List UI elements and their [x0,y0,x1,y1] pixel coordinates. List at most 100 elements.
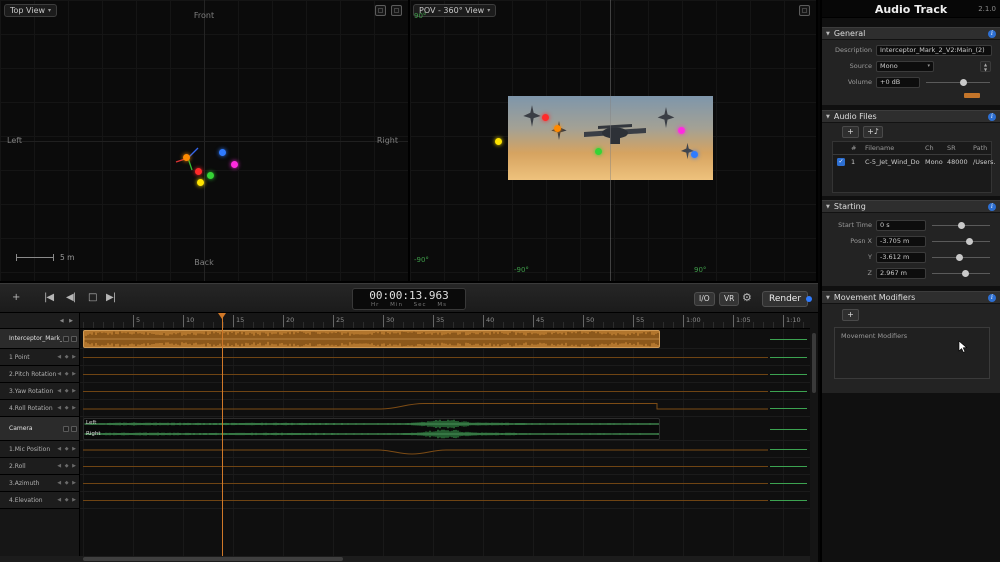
keyframe-nav-icons[interactable]: ◀ ◆ ▶ [57,354,77,360]
timeline-lane[interactable] [80,349,810,366]
automation-line[interactable] [83,391,768,392]
keyframe-nav-icons[interactable]: ◀ ◆ ▶ [57,463,77,469]
vr-button[interactable]: VR [719,292,739,306]
particle-orange[interactable] [183,154,190,161]
scrollbar-handle[interactable] [83,557,343,561]
start-time-field[interactable]: 0 s [876,220,926,231]
section-movement-header[interactable]: ▼ Movement Modifiers i [822,291,1000,304]
view-selector-dropdown[interactable]: Top View ▾ [4,4,57,17]
track-header-param[interactable]: 1.Mic Position◀ ◆ ▶ [0,441,79,458]
gear-icon[interactable]: ⚙ [742,291,752,304]
automation-line[interactable] [83,483,768,484]
step-back-button[interactable]: ◀| [66,292,75,303]
scrollbar-handle[interactable] [812,333,816,393]
particle-green[interactable] [207,172,214,179]
render-button[interactable]: Render [762,291,808,307]
timeline-lane[interactable] [80,475,810,492]
viewport-pov-360[interactable]: POV - 360° View ▾ 90°-90°-90°90° [410,0,818,283]
automation-line[interactable] [83,357,768,358]
track-header-param[interactable]: 3.Yaw Rotation◀ ◆ ▶ [0,383,79,400]
audio-clip-stereo[interactable]: LeftRight [83,418,660,440]
collapse-triangle-icon[interactable]: ▼ [826,114,830,120]
viewport-maximize-icon[interactable] [391,5,402,16]
track-nav-icons[interactable]: ◀ ▶ [60,318,75,324]
viewport-maximize-icon[interactable] [799,5,810,16]
slider-handle[interactable] [962,270,969,277]
track-header-group[interactable]: Interceptor_Mark_2_V2 [0,329,79,349]
track-header-param[interactable]: 2.Pitch Rotation◀ ◆ ▶ [0,366,79,383]
collapse-triangle-icon[interactable]: ▼ [826,204,830,210]
automation-curve[interactable] [80,441,807,458]
playhead-marker[interactable] [218,313,226,319]
add-button[interactable]: + [12,292,19,303]
particle-yellow[interactable] [197,179,204,186]
pos-y-slider[interactable] [932,252,990,263]
viewport-settings-icon[interactable] [375,5,386,16]
collapse-triangle-icon[interactable]: ▼ [826,295,830,301]
keyframe-nav-icons[interactable]: ◀ ◆ ▶ [57,480,77,486]
keyframe-nav-icons[interactable]: ◀ ◆ ▶ [57,371,77,377]
track-header-param[interactable]: 3.Azimuth◀ ◆ ▶ [0,475,79,492]
automation-line[interactable] [83,466,768,467]
timeline-lane[interactable] [80,400,810,417]
automation-line[interactable] [83,500,768,501]
volume-slider[interactable] [926,77,990,88]
particle-magenta[interactable] [678,127,685,134]
keyframe-nav-icons[interactable]: ◀ ◆ ▶ [57,497,77,503]
pos-x-slider[interactable] [932,236,990,247]
file-checkbox[interactable]: ✓ [837,158,845,166]
stepper-down-icon[interactable]: ▼ [984,67,987,72]
automation-line[interactable] [83,374,768,375]
collapse-triangle-icon[interactable]: ▼ [826,31,830,37]
particle-blue[interactable] [219,149,226,156]
movement-modifiers-list[interactable]: Movement Modifiers [834,327,990,379]
go-to-start-button[interactable]: |◀ [44,292,53,303]
add-modifier-button[interactable]: + [842,309,859,321]
timeline-lane[interactable]: LeftRight [80,417,810,441]
track-header-param[interactable]: 4.Elevation◀ ◆ ▶ [0,492,79,509]
add-file-button[interactable]: + [842,126,859,138]
keyframe-nav-icons[interactable]: ◀ ◆ ▶ [57,405,77,411]
timeline-lane[interactable] [80,383,810,400]
info-icon[interactable]: i [988,203,996,211]
step-forward-button[interactable]: ▶| [106,292,115,303]
pos-z-slider[interactable] [932,268,990,279]
automation-curve[interactable] [80,400,807,417]
timeline-lane[interactable] [80,329,810,349]
particle-red[interactable] [195,168,202,175]
timeline-lane[interactable] [80,492,810,509]
info-icon[interactable]: i [988,113,996,121]
timeline-lane[interactable] [80,366,810,383]
slider-handle[interactable] [960,79,967,86]
playhead[interactable] [222,313,223,556]
particle-yellow[interactable] [495,138,502,145]
volume-field[interactable]: +0 dB [876,77,920,88]
particle-blue[interactable] [691,151,698,158]
timeline-lane[interactable] [80,458,810,475]
pos-y-field[interactable]: -3.612 m [876,252,926,263]
add-audio-file-button[interactable]: +♪ [863,126,883,138]
particle-magenta[interactable] [231,161,238,168]
pos-x-field[interactable]: -3.705 m [876,236,926,247]
description-field[interactable]: Interceptor_Mark_2_V2:Main_(2) [876,45,992,56]
particle-orange[interactable] [554,125,561,132]
track-header-param[interactable]: 2.Roll◀ ◆ ▶ [0,458,79,475]
audio-clip-orange[interactable] [83,330,660,348]
slider-handle[interactable] [956,254,963,261]
track-header-group[interactable]: Camera [0,417,79,441]
mute-solo-badges[interactable] [63,336,77,342]
start-time-slider[interactable] [932,220,990,231]
keyframe-nav-icons[interactable]: ◀ ◆ ▶ [57,388,77,394]
slider-handle[interactable] [958,222,965,229]
timeline-ruler[interactable]: 5101520253035404550551:001:051:10 [80,313,810,329]
keyframe-nav-icons[interactable]: ◀ ◆ ▶ [57,446,77,452]
section-audio-files-header[interactable]: ▼ Audio Files i [822,110,1000,123]
mute-solo-badges[interactable] [63,426,77,432]
info-icon[interactable]: i [988,294,996,302]
pos-z-field[interactable]: 2.967 m [876,268,926,279]
viewport-top-view[interactable]: Front Left Right Back Top View ▾ 5 m [0,0,410,283]
particle-green[interactable] [595,148,602,155]
horizontal-scrollbar[interactable] [80,556,810,562]
info-icon[interactable]: i [988,30,996,38]
source-stepper[interactable]: ▲▼ [980,61,991,72]
